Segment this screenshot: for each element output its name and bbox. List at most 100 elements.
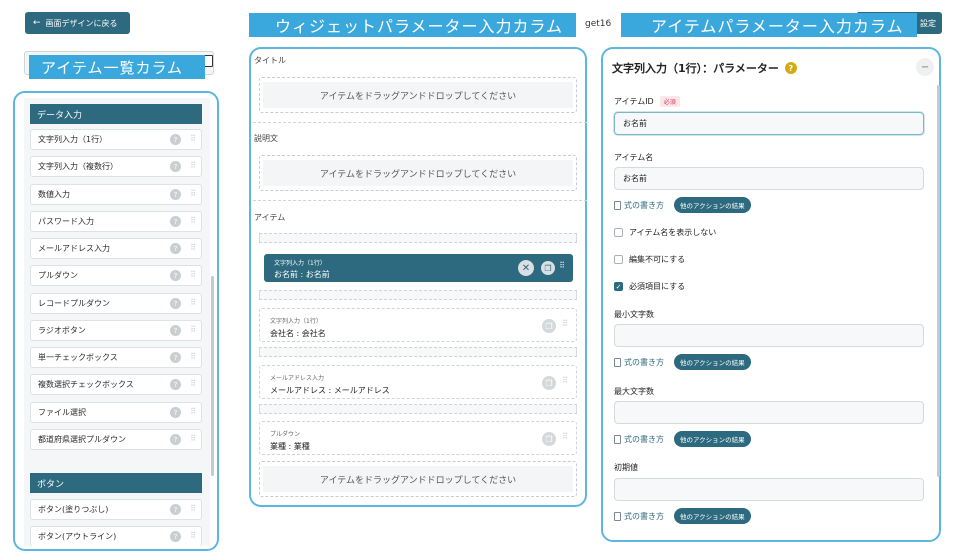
other-action-result-button[interactable]: 他のアクションの結果 <box>674 197 751 213</box>
other-action-result-button[interactable]: 他のアクションの結果 <box>674 508 751 524</box>
list-item[interactable]: ボタン(塗りつぶし)? ⠿ <box>30 499 202 520</box>
read-only-checkbox-row[interactable]: 編集不可にする <box>614 254 685 265</box>
help-icon[interactable]: ? <box>170 298 181 309</box>
widget-card[interactable]: プルダウン 業種 : 業種 ❐ ⠿ <box>259 421 577 455</box>
help-icon[interactable]: ? <box>170 243 181 254</box>
initial-value-field[interactable] <box>614 478 924 501</box>
help-icon[interactable]: ? <box>170 216 181 227</box>
list-item[interactable]: 数値入力? ⠿ <box>30 184 202 205</box>
max-length-field[interactable] <box>614 401 924 424</box>
drop-gap[interactable] <box>259 347 577 357</box>
item-name-field[interactable]: お名前 <box>614 167 924 190</box>
drag-handle-icon[interactable]: ⠿ <box>190 407 196 416</box>
description-drop-zone[interactable]: アイテムをドラッグアンドドロップしてください <box>259 155 577 191</box>
required-badge: 必須 <box>659 96 680 107</box>
formula-link[interactable]: 式の書き方 <box>614 200 664 211</box>
list-item-label: 文字列入力（1行） <box>38 135 108 144</box>
widget-card[interactable]: 文字列入力（1行） 会社名 : 会社名 ❐ ⠿ <box>259 308 577 342</box>
widget-card[interactable]: メールアドレス入力 メールアドレス : メールアドレス ❐ ⠿ <box>259 365 577 399</box>
list-item[interactable]: 文字列入力（1行）? ⠿ <box>30 129 202 150</box>
item-id-field[interactable]: お名前 <box>614 112 924 135</box>
list-item[interactable]: ラジオボタン? ⠿ <box>30 320 202 341</box>
help-icon[interactable]: ? <box>170 531 181 542</box>
list-item[interactable]: プルダウン? ⠿ <box>30 265 202 286</box>
list-item[interactable]: 文字列入力（複数行）? ⠿ <box>30 156 202 177</box>
item-list-scrollbar[interactable] <box>211 276 214 476</box>
formula-row: 式の書き方 他のアクションの結果 <box>614 354 751 370</box>
callout-item-params: アイテムパラメーター入力カラム <box>621 13 917 37</box>
drag-handle-icon[interactable]: ⠿ <box>190 298 196 307</box>
drag-handle-icon[interactable]: ⠿ <box>190 325 196 334</box>
drop-gap[interactable] <box>259 233 577 243</box>
list-item[interactable]: ボタン(アウトライン)? ⠿ <box>30 526 202 546</box>
formula-link[interactable]: 式の書き方 <box>614 357 664 368</box>
help-icon[interactable]: ? <box>170 504 181 515</box>
copy-icon[interactable]: ❐ <box>542 376 556 390</box>
widget-card-selected[interactable]: 文字列入力（1行） お名前 : お名前 ✕ ❐ ⠿ <box>264 254 573 282</box>
drag-handle-icon[interactable]: ⠿ <box>190 379 196 388</box>
drag-handle-icon[interactable]: ⠿ <box>190 134 196 143</box>
max-length-label: 最大文字数 <box>614 387 654 396</box>
drag-handle-icon[interactable]: ⠿ <box>190 504 196 513</box>
items-drop-zone[interactable]: アイテムをドラッグアンドドロップしてください <box>259 461 577 497</box>
checkbox-checked[interactable]: ✓ <box>614 282 623 291</box>
back-to-screen-design-button[interactable]: ← 画面デザインに戻る <box>25 12 130 34</box>
drag-handle-icon[interactable]: ⠿ <box>190 189 196 198</box>
list-item[interactable]: 単一チェックボックス? ⠿ <box>30 347 202 368</box>
list-item[interactable]: パスワード入力? ⠿ <box>30 211 202 232</box>
list-item-label: ファイル選択 <box>38 408 86 417</box>
drag-handle-icon[interactable]: ⠿ <box>562 319 568 328</box>
drag-handle-icon[interactable]: ⠿ <box>190 352 196 361</box>
help-icon[interactable]: ? <box>170 270 181 281</box>
help-icon[interactable]: ? <box>170 352 181 363</box>
drag-handle-icon[interactable]: ⠿ <box>559 261 565 270</box>
copy-icon[interactable]: ❐ <box>542 432 556 446</box>
checkbox-label: アイテム名を表示しない <box>629 228 717 237</box>
drag-handle-icon[interactable]: ⠿ <box>190 434 196 443</box>
collapse-icon[interactable]: − <box>916 58 934 76</box>
list-item[interactable]: メールアドレス入力? ⠿ <box>30 238 202 259</box>
min-length-label: 最小文字数 <box>614 310 654 319</box>
copy-icon[interactable]: ❐ <box>541 261 555 275</box>
drop-gap[interactable] <box>259 404 577 414</box>
list-item-label: 単一チェックボックス <box>38 353 118 362</box>
other-action-result-button[interactable]: 他のアクションの結果 <box>674 431 751 447</box>
required-checkbox-row[interactable]: ✓ 必須項目にする <box>614 281 685 292</box>
drag-handle-icon[interactable]: ⠿ <box>190 270 196 279</box>
parameter-scrollbar[interactable] <box>937 85 940 477</box>
formula-link-label: 式の書き方 <box>624 434 664 444</box>
help-icon[interactable]: ? <box>170 161 181 172</box>
copy-icon[interactable]: ❐ <box>542 319 556 333</box>
checkbox[interactable] <box>614 255 623 264</box>
list-item[interactable]: レコードプルダウン? ⠿ <box>30 293 202 314</box>
divider <box>253 200 587 201</box>
callout-item-list: アイテム一覧カラム <box>29 55 205 79</box>
list-item[interactable]: 都道府県選択プルダウン? ⠿ <box>30 429 202 450</box>
help-icon[interactable]: ? <box>170 134 181 145</box>
checkbox[interactable] <box>614 228 623 237</box>
help-icon[interactable]: ? <box>784 62 797 74</box>
list-item[interactable]: 複数選択チェックボックス? ⠿ <box>30 374 202 395</box>
drop-gap[interactable] <box>259 290 577 300</box>
list-item[interactable]: ファイル選択? ⠿ <box>30 402 202 423</box>
help-icon[interactable]: ? <box>170 189 181 200</box>
drag-handle-icon[interactable]: ⠿ <box>562 432 568 441</box>
close-icon[interactable]: ✕ <box>518 260 534 276</box>
hide-item-name-checkbox-row[interactable]: アイテム名を表示しない <box>614 227 716 238</box>
min-length-field[interactable] <box>614 324 924 347</box>
widget-tab[interactable]: get16 <box>585 14 611 34</box>
drag-handle-icon[interactable]: ⠿ <box>562 376 568 385</box>
other-action-result-button[interactable]: 他のアクションの結果 <box>674 354 751 370</box>
formula-link[interactable]: 式の書き方 <box>614 511 664 522</box>
drag-handle-icon[interactable]: ⠿ <box>190 216 196 225</box>
formula-link[interactable]: 式の書き方 <box>614 434 664 445</box>
help-icon[interactable]: ? <box>170 434 181 445</box>
title-drop-zone[interactable]: アイテムをドラッグアンドドロップしてください <box>259 77 577 113</box>
help-icon[interactable]: ? <box>170 379 181 390</box>
drag-handle-icon[interactable]: ⠿ <box>190 161 196 170</box>
drag-handle-icon[interactable]: ⠿ <box>190 531 196 540</box>
help-icon[interactable]: ? <box>170 407 181 418</box>
drag-handle-icon[interactable]: ⠿ <box>190 243 196 252</box>
parameter-title-text: 文字列入力（1行）：パラメーター <box>612 62 779 75</box>
help-icon[interactable]: ? <box>170 325 181 336</box>
